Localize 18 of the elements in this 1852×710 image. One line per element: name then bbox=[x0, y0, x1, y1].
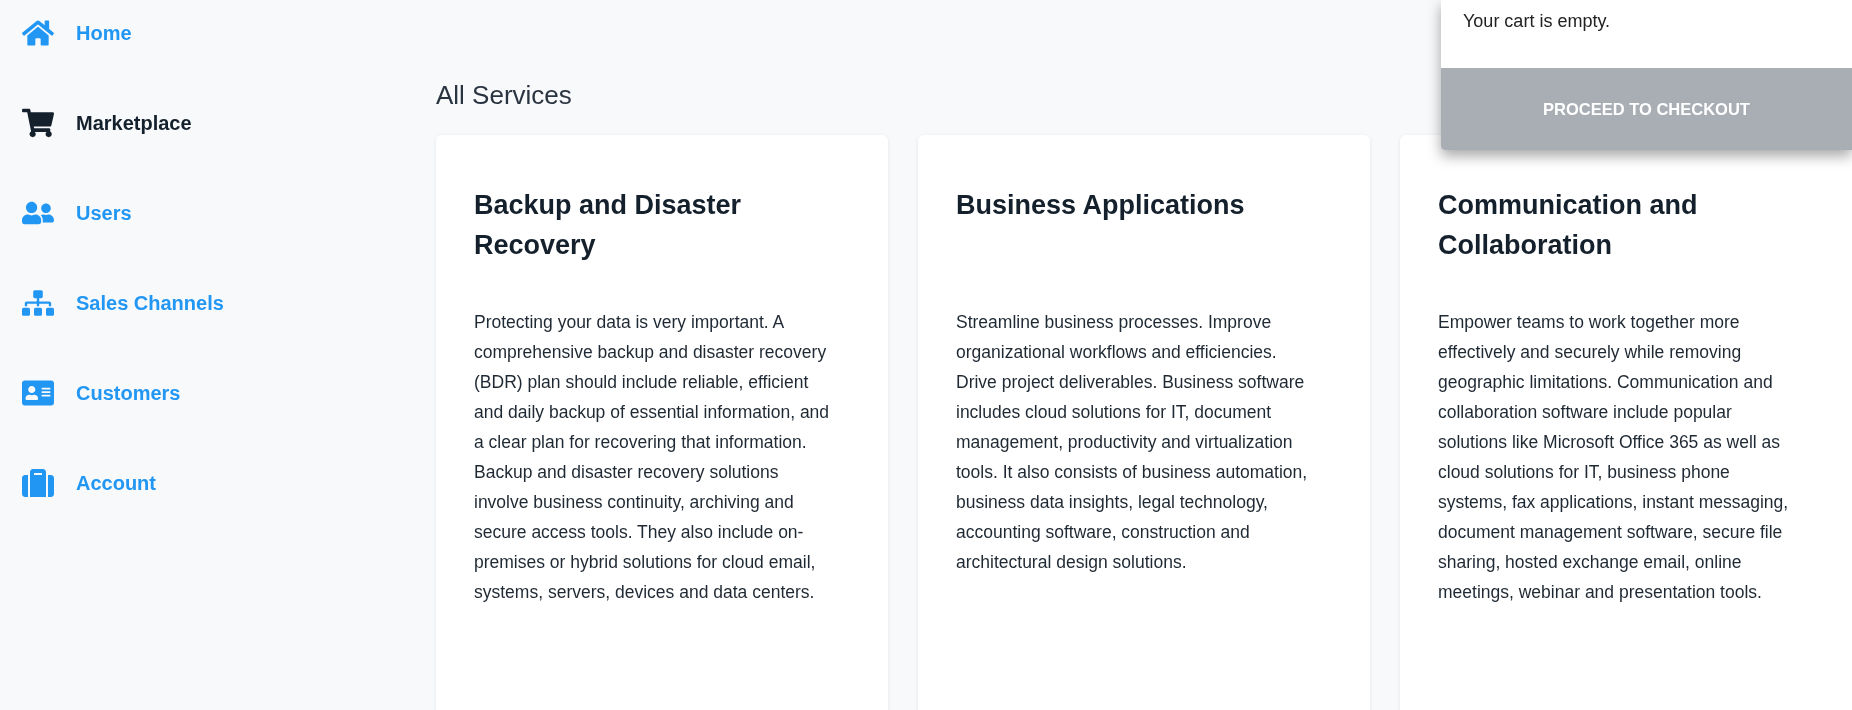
card-title: Backup and Disaster Recovery bbox=[474, 189, 743, 262]
card-title: Communication and Collaboration bbox=[1438, 189, 1699, 262]
card-description: Empower teams to work together more effectively and securely while removing geographic limitations. Communication and collaboration software include popular solutions like Microsoft Office 365 as well as cloud solutions for IT, business phone systems, fax applications, instant messaging, document management software, secure file sharing, hosted exchange email, online meetings, webinar and presentation tools. bbox=[1438, 311, 1790, 604]
card-title: Business Applications bbox=[956, 189, 1246, 222]
service-card[interactable] bbox=[1400, 135, 1852, 710]
section-title: All Services bbox=[436, 79, 572, 112]
hierarchy-icon bbox=[20, 287, 56, 319]
sidebar-item[interactable]: Account bbox=[0, 464, 436, 502]
cart-message: Your cart is empty. bbox=[1462, 10, 1612, 33]
sidebar-item[interactable]: Sales Channels bbox=[0, 284, 436, 322]
card-description: Protecting your data is very important. A comprehensive backup and disaster recovery (BDR) plan should include reliable, efficient and daily backup of essential information, and a clear plan for recovering that information. Backup and disaster recovery solutions involve business continuity, archiving and secure access tools. They also include on-premises or hybrid solutions for cloud email, systems, servers, devices and data centers. bbox=[474, 311, 831, 604]
card-description: Streamline business processes. Improve organizational workflows and efficiencies. Drive project deliverables. Business software includes cloud solutions for IT, document management, productivity and virtualization tools. It also consists of business automation, business data insights, legal technology, accounting software, construction and architectural design solutions. bbox=[956, 311, 1309, 574]
sidebar-item[interactable]: Customers bbox=[0, 374, 436, 412]
sidebar-item[interactable]: Users bbox=[0, 194, 436, 232]
sidebar-item[interactable]: Marketplace bbox=[0, 104, 436, 142]
cart-icon bbox=[20, 107, 56, 139]
sidebar-item[interactable]: Home bbox=[0, 14, 436, 52]
briefcase-icon bbox=[20, 467, 56, 499]
